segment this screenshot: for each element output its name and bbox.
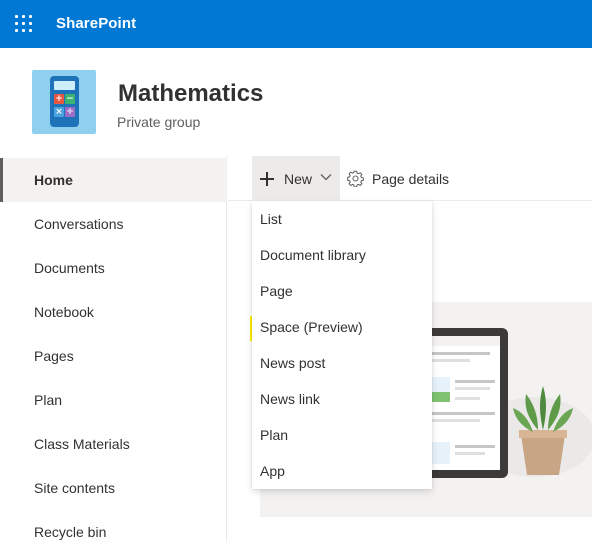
- menu-item-news-post[interactable]: News post: [252, 345, 432, 381]
- new-dropdown-menu: List Document library Page Space (Previe…: [252, 201, 432, 489]
- menu-item-list[interactable]: List: [252, 201, 432, 237]
- calculator-icon[interactable]: + − × ÷: [32, 70, 96, 134]
- menu-item-app[interactable]: App: [252, 453, 432, 489]
- new-button-label: New: [284, 171, 313, 187]
- nav-item-recycle-bin[interactable]: Recycle bin: [0, 510, 227, 542]
- chevron-down-icon: [320, 174, 332, 181]
- nav-item-notebook[interactable]: Notebook: [0, 290, 227, 334]
- nav-item-site-contents[interactable]: Site contents: [0, 466, 227, 510]
- new-button[interactable]: New: [252, 156, 340, 200]
- menu-item-space-preview[interactable]: Space (Preview): [252, 309, 432, 345]
- page-details-button[interactable]: Page details: [342, 156, 454, 200]
- menu-item-news-link[interactable]: News link: [252, 381, 432, 417]
- menu-item-document-library[interactable]: Document library: [252, 237, 432, 273]
- waffle-icon[interactable]: [12, 12, 36, 36]
- plus-icon: [260, 172, 274, 186]
- suite-bar: SharePoint: [0, 0, 592, 48]
- page-details-label: Page details: [372, 171, 450, 187]
- site-title[interactable]: Mathematics: [118, 80, 263, 108]
- menu-item-page[interactable]: Page: [252, 273, 432, 309]
- app-name[interactable]: SharePoint: [56, 15, 136, 32]
- nav-item-conversations[interactable]: Conversations: [0, 202, 227, 246]
- left-nav: Home Conversations Documents Notebook Pa…: [0, 156, 227, 542]
- nav-item-documents[interactable]: Documents: [0, 246, 227, 290]
- nav-item-pages[interactable]: Pages: [0, 334, 227, 378]
- nav-item-home[interactable]: Home: [0, 158, 227, 202]
- nav-item-plan[interactable]: Plan: [0, 378, 227, 422]
- site-subtitle: Private group: [117, 114, 201, 130]
- nav-item-class-materials[interactable]: Class Materials: [0, 422, 227, 466]
- gear-icon: [347, 170, 364, 187]
- menu-item-plan[interactable]: Plan: [252, 417, 432, 453]
